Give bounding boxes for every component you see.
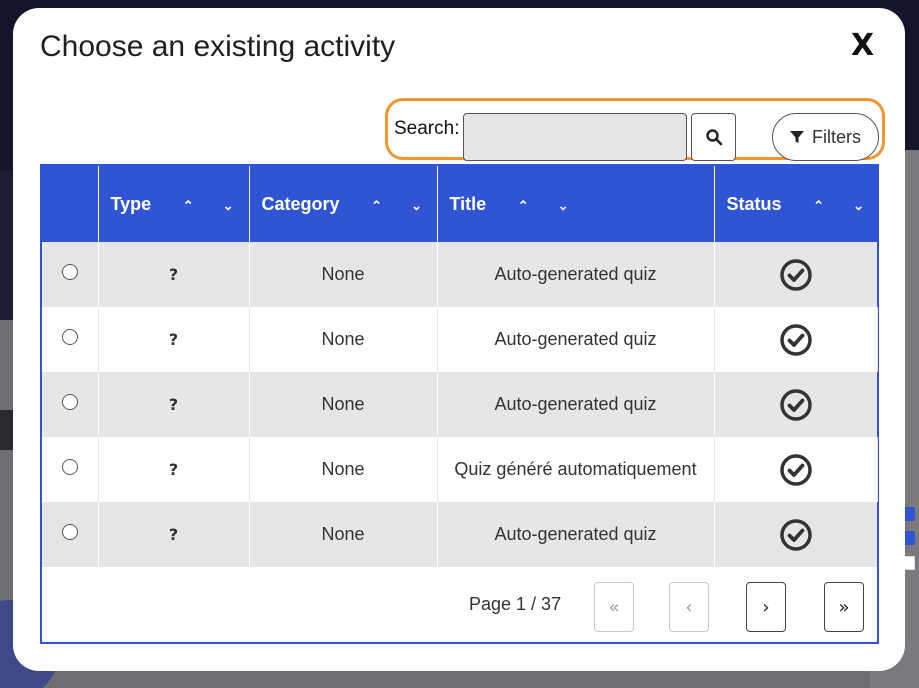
last-page-button[interactable]: »: [824, 582, 864, 632]
column-header-label: Category: [261, 193, 340, 214]
column-header-category: Category ⌃ ⌄: [249, 166, 438, 242]
status-cell: [714, 437, 878, 502]
column-header-title: Title ⌃ ⌄: [437, 166, 715, 242]
table-row[interactable]: ? None Quiz généré automatiquement: [42, 437, 878, 502]
activity-table-container: Type ⌃ ⌄ Category ⌃ ⌄ Title ⌃ ⌄ Status ⌃…: [40, 164, 879, 644]
sort-ascending-icon[interactable]: ⌃: [168, 198, 208, 214]
check-circle-icon: [780, 388, 812, 421]
table-row[interactable]: ? None Auto-generated quiz: [42, 372, 877, 437]
choose-activity-modal: Choose an existing activity X Search: Fi…: [13, 8, 905, 671]
table-header-row: Type ⌃ ⌄ Category ⌃ ⌄ Title ⌃ ⌄ Status ⌃…: [42, 166, 877, 242]
first-page-button[interactable]: «: [594, 582, 634, 632]
category-cell: None: [249, 307, 438, 372]
type-cell: ?: [98, 307, 250, 372]
status-cell: [714, 372, 877, 437]
column-header-status: Status ⌃ ⌄: [714, 166, 877, 242]
title-cell: Quiz généré automatiquement: [437, 437, 715, 502]
sort-ascending-icon[interactable]: ⌃: [357, 198, 397, 214]
type-cell: ?: [98, 242, 250, 307]
next-page-button[interactable]: ›: [746, 582, 786, 632]
category-cell: None: [249, 437, 438, 502]
column-header-select: [42, 166, 99, 242]
category-cell: None: [249, 372, 438, 437]
category-cell: None: [249, 242, 438, 307]
sort-descending-icon[interactable]: ⌄: [839, 198, 879, 214]
pagination: Page 1 / 37 « ‹ › »: [42, 569, 877, 644]
select-radio[interactable]: [61, 459, 78, 475]
check-circle-icon: [779, 453, 812, 486]
search-button[interactable]: [691, 113, 736, 161]
title-cell: Auto-generated quiz: [437, 502, 715, 567]
search-icon: [705, 129, 722, 146]
status-cell: [714, 307, 878, 372]
category-cell: None: [249, 502, 438, 567]
filters-button[interactable]: Filters: [772, 113, 879, 161]
select-radio[interactable]: [61, 329, 78, 345]
select-radio[interactable]: [61, 524, 78, 540]
search-label: Search:: [394, 118, 460, 139]
modal-title: Choose an existing activity: [40, 30, 396, 63]
search-bar: Search: Filters: [385, 98, 885, 161]
type-cell: ?: [98, 437, 250, 502]
select-radio[interactable]: [61, 394, 78, 410]
title-cell: Auto-generated quiz: [437, 372, 715, 437]
column-header-label: Title: [449, 193, 487, 214]
type-cell: ?: [98, 502, 250, 567]
table-row[interactable]: ? None Auto-generated quiz: [42, 502, 877, 567]
sort-ascending-icon[interactable]: ⌃: [799, 198, 839, 214]
check-circle-icon: [780, 258, 812, 291]
search-input[interactable]: [463, 113, 687, 161]
status-cell: [714, 242, 877, 307]
sort-descending-icon[interactable]: ⌄: [208, 198, 248, 214]
sort-ascending-icon[interactable]: ⌃: [503, 198, 543, 214]
status-cell: [714, 502, 877, 567]
check-circle-icon: [780, 518, 812, 551]
page-indicator: Page 1 / 37: [469, 594, 562, 614]
type-cell: ?: [98, 372, 250, 437]
activity-table: Type ⌃ ⌄ Category ⌃ ⌄ Title ⌃ ⌄ Status ⌃…: [42, 166, 878, 567]
select-radio[interactable]: [61, 264, 78, 280]
sort-descending-icon[interactable]: ⌄: [543, 198, 583, 214]
close-button[interactable]: X: [851, 28, 874, 63]
check-circle-icon: [779, 323, 812, 356]
filter-icon: [790, 131, 804, 143]
previous-page-button[interactable]: ‹: [669, 582, 709, 632]
column-header-type: Type ⌃ ⌄: [98, 166, 250, 242]
sort-descending-icon[interactable]: ⌄: [397, 198, 437, 214]
title-cell: Auto-generated quiz: [437, 307, 715, 372]
table-row[interactable]: ? None Auto-generated quiz: [42, 307, 878, 372]
title-cell: Auto-generated quiz: [437, 242, 715, 307]
table-row[interactable]: ? None Auto-generated quiz: [42, 242, 877, 307]
column-header-label: Type: [110, 193, 152, 214]
filters-label: Filters: [812, 126, 861, 147]
column-header-label: Status: [726, 193, 782, 214]
